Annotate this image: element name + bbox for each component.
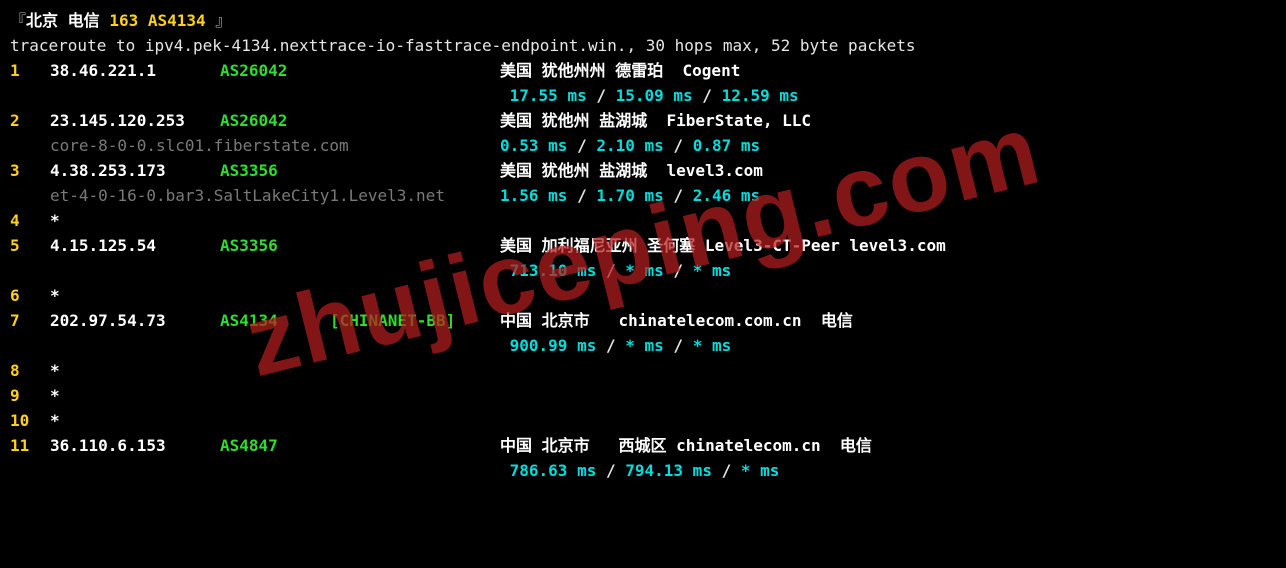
hop-asn: AS4134 (220, 308, 330, 333)
hop-row: 10* (10, 408, 1276, 433)
hop-rtts: 900.99 ms / * ms / * ms (500, 333, 1276, 358)
rtt-value: 900.99 ms (510, 336, 597, 355)
hop-row: 54.15.125.54AS3356 美国 加利福尼亚州 圣何塞 Level3-C… (10, 233, 1276, 258)
rtt-value: * ms (625, 261, 664, 280)
hop-ip: * (50, 358, 220, 383)
hop-row: 6* (10, 283, 1276, 308)
hop-number: 3 (10, 158, 50, 183)
hop-asn: AS3356 (220, 158, 330, 183)
hop-row: 9* (10, 383, 1276, 408)
hop-subrow: 713.10 ms / * ms / * ms (10, 258, 1276, 283)
hop-ip: 38.46.221.1 (50, 58, 220, 83)
hop-asn: AS26042 (220, 58, 330, 83)
hop-rtts: 713.10 ms / * ms / * ms (500, 258, 1276, 283)
hop-ip: 23.145.120.253 (50, 108, 220, 133)
hop-number: 7 (10, 308, 50, 333)
rtt-value: * ms (625, 336, 664, 355)
hop-ip: * (50, 283, 220, 308)
hop-rtts: 1.56 ms / 1.70 ms / 2.46 ms (500, 183, 1276, 208)
hops-list: 138.46.221.1AS26042 美国 犹他州州 德雷珀 Cogent 17… (10, 58, 1276, 483)
hop-asn: AS3356 (220, 233, 330, 258)
hop-location: 美国 犹他州 盐湖城 level3.com (500, 158, 1276, 183)
trace-header: 『北京 电信 163 AS4134 』 (10, 8, 1276, 33)
trace-command: traceroute to ipv4.pek-4134.nexttrace-io… (10, 33, 1276, 58)
rtt-value: * ms (741, 461, 780, 480)
rtt-value: 17.55 ms (510, 86, 587, 105)
hop-rtts: 17.55 ms / 15.09 ms / 12.59 ms (500, 83, 1276, 108)
hop-number: 2 (10, 108, 50, 133)
hop-ip: 4.38.253.173 (50, 158, 220, 183)
hop-row: 1136.110.6.153AS4847 中国 北京市 西城区 chinatele… (10, 433, 1276, 458)
hop-hostname: core-8-0-0.slc01.fiberstate.com (50, 133, 500, 158)
hop-ip: * (50, 408, 220, 433)
hop-row: 138.46.221.1AS26042 美国 犹他州州 德雷珀 Cogent (10, 58, 1276, 83)
hop-ip: 4.15.125.54 (50, 233, 220, 258)
hop-number: 9 (10, 383, 50, 408)
rtt-value: 2.10 ms (596, 136, 663, 155)
hop-number: 6 (10, 283, 50, 308)
rtt-value: 12.59 ms (722, 86, 799, 105)
hop-ip: * (50, 383, 220, 408)
rtt-value: 1.56 ms (500, 186, 567, 205)
hop-location: 美国 加利福尼亚州 圣何塞 Level3-CT-Peer level3.com (500, 233, 1276, 258)
rtt-value: * ms (693, 336, 732, 355)
hop-ip: 36.110.6.153 (50, 433, 220, 458)
rtt-value: 0.53 ms (500, 136, 567, 155)
hop-location: 美国 犹他州 盐湖城 FiberState, LLC (500, 108, 1276, 133)
hop-location: 美国 犹他州州 德雷珀 Cogent (500, 58, 1276, 83)
hop-subrow: core-8-0-0.slc01.fiberstate.com0.53 ms /… (10, 133, 1276, 158)
hop-asn: AS26042 (220, 108, 330, 133)
rtt-value: 1.70 ms (596, 186, 663, 205)
hop-number: 11 (10, 433, 50, 458)
rtt-value: 794.13 ms (625, 461, 712, 480)
rtt-value: 2.46 ms (693, 186, 760, 205)
hop-ip: * (50, 208, 220, 233)
hop-number: 5 (10, 233, 50, 258)
hop-row: 8* (10, 358, 1276, 383)
hop-rtts: 786.63 ms / 794.13 ms / * ms (500, 458, 1276, 483)
hop-number: 1 (10, 58, 50, 83)
hop-tag: [CHINANET-BB] (330, 308, 500, 333)
hop-number: 8 (10, 358, 50, 383)
hop-number: 4 (10, 208, 50, 233)
hop-row: 4* (10, 208, 1276, 233)
hop-location: 中国 北京市 chinatelecom.com.cn 电信 (500, 308, 1276, 333)
rtt-value: 713.10 ms (510, 261, 597, 280)
hop-subrow: 900.99 ms / * ms / * ms (10, 333, 1276, 358)
rtt-value: * ms (693, 261, 732, 280)
hop-row: 7202.97.54.73AS4134[CHINANET-BB]中国 北京市 c… (10, 308, 1276, 333)
rtt-value: 0.87 ms (693, 136, 760, 155)
hop-asn: AS4847 (220, 433, 330, 458)
hop-subrow: et-4-0-16-0.bar3.SaltLakeCity1.Level3.ne… (10, 183, 1276, 208)
hop-row: 34.38.253.173AS3356 美国 犹他州 盐湖城 level3.com (10, 158, 1276, 183)
rtt-value: 786.63 ms (510, 461, 597, 480)
hop-number: 10 (10, 408, 50, 433)
hop-rtts: 0.53 ms / 2.10 ms / 0.87 ms (500, 133, 1276, 158)
hop-hostname: et-4-0-16-0.bar3.SaltLakeCity1.Level3.ne… (50, 183, 500, 208)
hop-row: 223.145.120.253AS26042 美国 犹他州 盐湖城 FiberSt… (10, 108, 1276, 133)
hop-subrow: 786.63 ms / 794.13 ms / * ms (10, 458, 1276, 483)
hop-subrow: 17.55 ms / 15.09 ms / 12.59 ms (10, 83, 1276, 108)
hop-location: 中国 北京市 西城区 chinatelecom.cn 电信 (500, 433, 1276, 458)
hop-ip: 202.97.54.73 (50, 308, 220, 333)
rtt-value: 15.09 ms (616, 86, 693, 105)
